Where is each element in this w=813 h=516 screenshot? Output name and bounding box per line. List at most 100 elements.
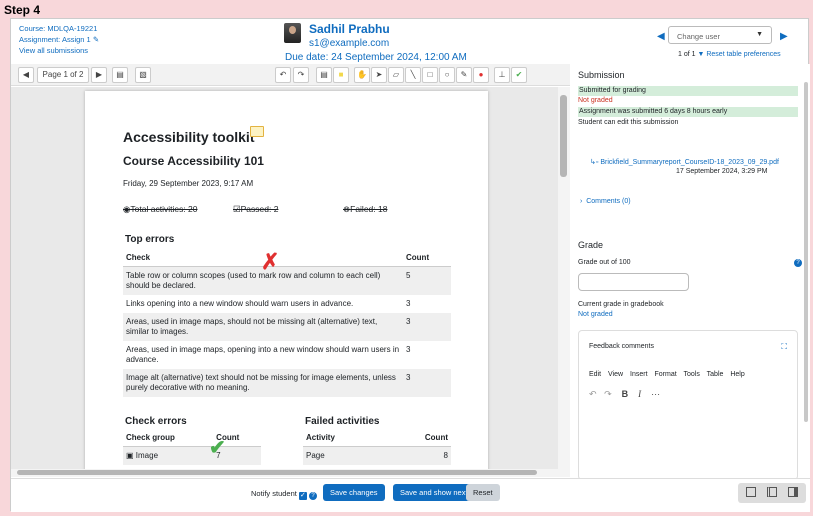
redo-icon[interactable]: ↷ [604, 389, 612, 399]
page-select[interactable]: Page 1 of 2 [37, 67, 89, 83]
table-row: Image alt (alternative) text should not … [123, 369, 451, 397]
check-stamp-icon[interactable]: ✔ [209, 435, 226, 460]
file-date: 17 September 2024, 3:29 PM [676, 168, 768, 175]
table-row: ▣ Image 7 [123, 446, 261, 465]
redo-icon[interactable]: ↷ [293, 67, 309, 83]
select-icon[interactable]: ➤ [371, 67, 387, 83]
table-row: Table row or column scopes (used to mark… [123, 266, 451, 295]
pencil-icon: ✎ [92, 35, 100, 44]
prev-page-icon[interactable]: ◀ [18, 67, 34, 83]
undo-icon[interactable]: ↶ [275, 67, 291, 83]
highlighter-icon[interactable]: ● [473, 67, 489, 83]
due-date: Due date: 24 September 2024, 12:00 AM [285, 52, 467, 63]
failed-activities-heading: Failed activities [305, 416, 380, 427]
save-changes-button[interactable]: Save changes [323, 484, 385, 501]
menu-help[interactable]: Help [730, 371, 744, 378]
comment-color-icon[interactable]: ■ [333, 67, 349, 83]
panel-scrollbar[interactable] [804, 82, 808, 422]
file-icon: ↳▫ [590, 159, 599, 166]
next-page-icon[interactable]: ▶ [91, 67, 107, 83]
notify-checkbox[interactable]: ✓ [298, 492, 307, 500]
check-errors-heading: Check errors [125, 416, 187, 427]
grader-window: Course: MDLQA-19221 Assignment: Assign 1… [10, 18, 810, 512]
edit-status: Student can edit this submission [578, 119, 679, 126]
grade-heading: Grade [578, 240, 604, 250]
expand-icon[interactable]: ▧ [135, 67, 151, 83]
save-and-show-next-button[interactable]: Save and show next [393, 484, 475, 501]
chevron-right-icon: › [580, 198, 583, 205]
collapse-review-icon[interactable] [746, 487, 756, 497]
menu-table[interactable]: Table [707, 371, 724, 378]
view-all-submissions-link[interactable]: View all submissions [19, 46, 88, 55]
table-row: Areas, used in image maps, opening into … [126, 345, 411, 364]
check-errors-table: Check group Count ▣ Image 7 [123, 429, 261, 465]
pdf-page: Accessibility toolkit Course Accessibili… [85, 91, 488, 469]
previous-user-icon[interactable]: ◀ [657, 31, 665, 42]
submission-heading: Submission [578, 70, 625, 80]
stamp-picker-icon[interactable]: ✔ [511, 67, 527, 83]
layout-toggle [738, 483, 806, 503]
filter-icon[interactable]: ▼ [697, 51, 704, 58]
pdf-vertical-scrollbar[interactable] [558, 87, 570, 477]
table-row: Page 8 [303, 446, 451, 465]
top-errors-heading: Top errors [125, 234, 175, 245]
failed-activities-table: Activity Count Page 8 [303, 429, 451, 465]
help-icon[interactable]: ? [794, 259, 802, 267]
user-name[interactable]: Sadhil Prabhu [309, 22, 390, 36]
reset-table-preferences-link[interactable]: Reset table preferences [706, 51, 780, 58]
menu-edit[interactable]: Edit [589, 371, 601, 378]
top-errors-table: Check Count Table row or column scopes (u… [123, 249, 451, 397]
next-user-icon[interactable]: ▶ [780, 31, 788, 42]
bold-icon[interactable]: B [622, 389, 629, 399]
footer-actions: Notify student ✓ ? Save changes Save and… [11, 478, 810, 512]
notify-student: Notify student ✓ ? [251, 489, 318, 500]
search-comments-icon[interactable]: ▤ [112, 67, 128, 83]
timing-status: Assignment was submitted 6 days 8 hours … [578, 107, 798, 117]
step-label: Step 4 [4, 3, 41, 17]
change-user-select[interactable]: Change user ▼ [668, 26, 772, 44]
pan-icon[interactable]: ✋ [354, 67, 370, 83]
more-icon[interactable]: ··· [651, 389, 660, 399]
table-row: Areas, used in image maps, should not be… [123, 313, 451, 341]
rectangle-icon[interactable]: □ [422, 67, 438, 83]
doc-title: Accessibility toolkit [123, 129, 255, 145]
comment-icon[interactable]: ▤ [316, 67, 332, 83]
pen-icon[interactable]: ✎ [456, 67, 472, 83]
avatar [284, 23, 301, 43]
grade-out-of-label: Grade out of 100 [578, 259, 631, 266]
undo-icon[interactable]: ↶ [589, 389, 597, 399]
grade-input[interactable] [578, 273, 689, 291]
fullscreen-icon[interactable]: ⛶ [781, 342, 787, 352]
default-layout-icon[interactable] [767, 487, 777, 497]
menu-format[interactable]: Format [654, 371, 676, 378]
total-activities: ◉Total activities: 20 [123, 204, 198, 214]
reset-button[interactable]: Reset [466, 484, 500, 501]
doc-subtitle: Course Accessibility 101 [123, 154, 264, 168]
image-icon: ▣ [126, 451, 134, 460]
course-link[interactable]: Course: MDLQA-19221 [19, 24, 97, 33]
current-grade-value[interactable]: Not graded [578, 311, 613, 318]
cross-stamp-icon[interactable]: ✗ [261, 251, 279, 273]
comment-tool-icon[interactable]: ▱ [388, 67, 404, 83]
menu-view[interactable]: View [608, 371, 623, 378]
pdf-horizontal-scrollbar[interactable] [11, 469, 558, 477]
chevron-down-icon: ▼ [756, 31, 763, 38]
line-icon[interactable]: ╲ [405, 67, 421, 83]
menu-insert[interactable]: Insert [630, 371, 648, 378]
current-grade-label: Current grade in gradebook [578, 301, 664, 308]
stamp-icon[interactable]: ⊥ [494, 67, 510, 83]
comments-toggle[interactable]: › Comments (0) [580, 198, 631, 205]
col-activity: Activity [303, 429, 384, 447]
col-check-group: Check group [123, 429, 214, 447]
feedback-comments-card: Feedback comments ⛶ Edit View Insert For… [578, 330, 798, 478]
annotation-comment-icon[interactable] [250, 126, 264, 137]
italic-icon[interactable]: I [638, 389, 641, 399]
collapse-grade-icon[interactable] [788, 487, 798, 497]
menu-tools[interactable]: Tools [683, 371, 699, 378]
assignment-link[interactable]: Assignment: Assign 1 ✎ [19, 35, 99, 44]
oval-icon[interactable]: ○ [439, 67, 455, 83]
pdf-viewer[interactable]: Accessibility toolkit Course Accessibili… [11, 87, 558, 469]
help-icon[interactable]: ? [309, 492, 318, 500]
submission-file[interactable]: ↳▫ Brickfield_Summaryreport_CourseID-18_… [590, 158, 779, 166]
user-email: s1@example.com [309, 38, 390, 49]
